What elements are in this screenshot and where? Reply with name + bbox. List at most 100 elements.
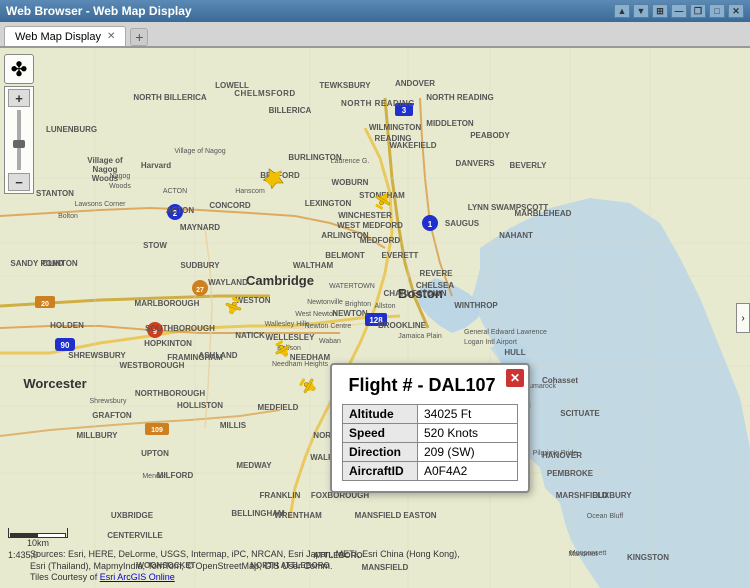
attribution-link[interactable]: Esri ArcGIS Online (100, 572, 175, 582)
svg-text:WOBURN: WOBURN (332, 178, 369, 187)
svg-text:UXBRIDGE: UXBRIDGE (111, 511, 154, 520)
svg-text:Logan Intl Airport: Logan Intl Airport (464, 339, 517, 346)
svg-text:Ocean Bluff: Ocean Bluff (587, 513, 624, 520)
flight-icon-1[interactable] (262, 166, 286, 190)
svg-text:20: 20 (41, 301, 49, 308)
svg-text:ACTON: ACTON (166, 206, 195, 215)
svg-text:ACTON: ACTON (163, 188, 187, 195)
svg-text:TEWKSBURY: TEWKSBURY (319, 81, 371, 90)
popup-field-label: Speed (343, 424, 418, 443)
grid-btn[interactable]: ⊞ (652, 4, 668, 18)
svg-text:MANSFIELD: MANSFIELD (355, 511, 402, 520)
svg-text:GRAFTON: GRAFTON (92, 411, 132, 420)
svg-text:Wallesley Hills: Wallesley Hills (265, 321, 310, 328)
svg-text:CHARLESTOWN: CHARLESTOWN (384, 289, 447, 298)
scroll-up-btn[interactable]: ▲ (614, 4, 630, 18)
svg-text:WESTBOROUGH: WESTBOROUGH (120, 361, 185, 370)
svg-text:Village of: Village of (87, 156, 123, 165)
zoom-bar[interactable] (17, 110, 21, 170)
svg-text:NORTHBOROUGH: NORTHBOROUGH (135, 389, 205, 398)
svg-text:Hanscom: Hanscom (235, 188, 265, 195)
svg-text:Newtonville: Newtonville (307, 299, 343, 306)
flight-icon-2[interactable] (370, 190, 394, 214)
title-bar-controls: ▲ ▼ ⊞ — ❒ □ ✕ (614, 4, 744, 18)
right-panel-toggle[interactable]: › (736, 303, 750, 333)
svg-text:Nagog: Nagog (110, 173, 131, 180)
popup-row: Altitude34025 Ft (343, 405, 518, 424)
svg-text:SUDBURY: SUDBURY (180, 261, 220, 270)
flight-icon-3[interactable] (222, 293, 246, 317)
popup-close-btn[interactable]: ✕ (506, 369, 524, 387)
restore-btn[interactable]: ❒ (690, 4, 706, 18)
svg-text:FRAMINGHAM: FRAMINGHAM (167, 353, 223, 362)
svg-text:BROOKLINE: BROOKLINE (378, 321, 427, 330)
svg-text:READING: READING (375, 134, 412, 143)
svg-text:LUNENBURG: LUNENBURG (46, 125, 97, 134)
svg-text:CLINTON: CLINTON (42, 259, 78, 268)
svg-text:LEXINGTON: LEXINGTON (305, 199, 352, 208)
flight-icon-4[interactable] (270, 336, 294, 360)
svg-text:NATICK: NATICK (235, 331, 265, 340)
popup-field-value: 209 (SW) (418, 443, 518, 462)
svg-text:NORTH BILLERICA: NORTH BILLERICA (133, 93, 207, 102)
svg-text:General Edward Lawrence: General Edward Lawrence (464, 329, 547, 336)
popup-field-label: AircraftID (343, 462, 418, 481)
svg-text:SCITUATE: SCITUATE (560, 409, 600, 418)
svg-text:UPTON: UPTON (141, 449, 169, 458)
svg-text:CONCORD: CONCORD (209, 201, 251, 210)
window-title: Web Browser - Web Map Display (6, 4, 192, 18)
compass-control[interactable]: ✤ (4, 54, 34, 84)
svg-text:Newton Centre: Newton Centre (305, 323, 352, 330)
compass-icon: ✤ (11, 57, 28, 82)
svg-text:Worcester: Worcester (23, 376, 86, 391)
minimize-btn[interactable]: — (671, 4, 687, 18)
svg-text:MARLBOROUGH: MARLBOROUGH (135, 299, 200, 308)
map-container[interactable]: 90 128 95 3 28 2 9 109 27 20 1 Cambridge (0, 48, 750, 588)
svg-text:Needham Heights: Needham Heights (272, 361, 329, 368)
popup-field-label: Direction (343, 443, 418, 462)
svg-text:WEST MEDFORD: WEST MEDFORD (337, 221, 403, 230)
svg-text:Harvard: Harvard (141, 161, 171, 170)
flight-icon-5[interactable] (295, 373, 319, 397)
svg-text:CHELMSFORD: CHELMSFORD (234, 89, 295, 98)
svg-text:Cambridge: Cambridge (246, 273, 314, 288)
close-btn[interactable]: ✕ (728, 4, 744, 18)
svg-text:BELMONT: BELMONT (325, 251, 365, 260)
svg-text:FRANKLIN: FRANKLIN (260, 491, 301, 500)
popup-field-value: A0F4A2 (418, 462, 518, 481)
svg-text:NORTH READING: NORTH READING (426, 93, 494, 102)
svg-text:MIDDLETON: MIDDLETON (426, 119, 474, 128)
popup-field-value: 520 Knots (418, 424, 518, 443)
popup-row: Direction209 (SW) (343, 443, 518, 462)
svg-text:BILLERICA: BILLERICA (269, 106, 312, 115)
tab-close-btn[interactable]: ✕ (107, 31, 115, 42)
svg-text:HOPKINTON: HOPKINTON (144, 339, 192, 348)
flight-popup: ✕ Flight # - DAL107 Altitude34025 FtSpee… (330, 363, 530, 493)
svg-text:REVERE: REVERE (420, 269, 454, 278)
svg-text:MEDFIELD: MEDFIELD (258, 403, 299, 412)
zoom-out-btn[interactable]: − (8, 173, 30, 191)
svg-text:PEMBROKE: PEMBROKE (547, 469, 594, 478)
svg-text:NAHANT: NAHANT (499, 231, 533, 240)
tab-label: Web Map Display (15, 31, 101, 43)
scroll-down-btn[interactable]: ▼ (633, 4, 649, 18)
svg-text:Waban: Waban (319, 338, 341, 345)
zoom-in-btn[interactable]: + (8, 89, 30, 107)
tab-web-map-display[interactable]: Web Map Display ✕ (4, 26, 126, 46)
new-tab-btn[interactable]: + (130, 28, 148, 46)
svg-text:Woods: Woods (109, 183, 131, 190)
svg-text:Mendon: Mendon (142, 473, 167, 480)
popup-field-value: 34025 Ft (418, 405, 518, 424)
zoom-handle[interactable] (13, 140, 25, 148)
svg-text:BELLINGHAM: BELLINGHAM (231, 509, 285, 518)
svg-text:WALTHAM: WALTHAM (293, 261, 334, 270)
svg-text:MARBLEHEAD: MARBLEHEAD (515, 209, 572, 218)
svg-text:MILLIS: MILLIS (220, 421, 247, 430)
svg-text:NORTH READING: NORTH READING (341, 99, 415, 108)
svg-text:WATERTOWN: WATERTOWN (329, 283, 375, 290)
svg-text:Laurence G.: Laurence G. (331, 158, 370, 165)
svg-text:SHREWSBURY: SHREWSBURY (68, 351, 126, 360)
maximize-btn[interactable]: □ (709, 4, 725, 18)
zoom-slider-container: + − (4, 86, 34, 194)
svg-text:SOUTHBOROUGH: SOUTHBOROUGH (145, 324, 215, 333)
